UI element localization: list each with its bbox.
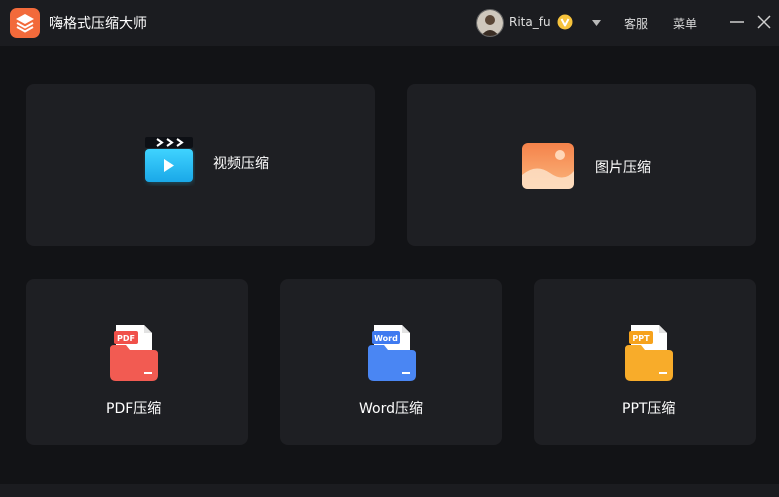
menu-link[interactable]: 菜单 <box>673 15 697 32</box>
pdf-folder-icon: PDF <box>110 325 158 381</box>
image-compress-card[interactable]: 图片压缩 <box>407 84 756 246</box>
avatar[interactable] <box>476 9 504 37</box>
image-compress-label: 图片压缩 <box>595 160 651 176</box>
vip-badge-icon <box>557 14 573 30</box>
chevron-down-icon[interactable] <box>592 20 601 26</box>
app-logo-icon <box>10 8 40 38</box>
video-clapper-icon <box>145 137 193 183</box>
video-compress-label: 视频压缩 <box>213 156 269 172</box>
word-tag-text: Word <box>374 334 398 343</box>
word-compress-label: Word压缩 <box>359 401 423 417</box>
word-folder-icon: Word <box>368 325 416 381</box>
pdf-compress-card[interactable]: PDF PDF压缩 <box>26 279 248 445</box>
app-title: 嗨格式压缩大师 <box>49 16 147 32</box>
bottom-bar <box>0 484 779 497</box>
close-icon[interactable] <box>756 14 772 30</box>
video-compress-card[interactable]: 视频压缩 <box>26 84 375 246</box>
word-compress-card[interactable]: Word Word压缩 <box>280 279 502 445</box>
ppt-tag-text: PPT <box>632 334 650 343</box>
pdf-tag-text: PDF <box>117 334 135 343</box>
minimize-icon[interactable] <box>729 14 745 30</box>
username[interactable]: Rita_fu <box>509 15 551 29</box>
support-link[interactable]: 客服 <box>624 15 648 32</box>
pdf-compress-label: PDF压缩 <box>106 401 162 417</box>
ppt-compress-label: PPT压缩 <box>622 401 676 417</box>
title-bar: 嗨格式压缩大师 Rita_fu 客服 菜单 <box>0 0 779 46</box>
ppt-compress-card[interactable]: PPT PPT压缩 <box>534 279 756 445</box>
image-landscape-icon <box>522 143 574 189</box>
ppt-folder-icon: PPT <box>625 325 673 381</box>
